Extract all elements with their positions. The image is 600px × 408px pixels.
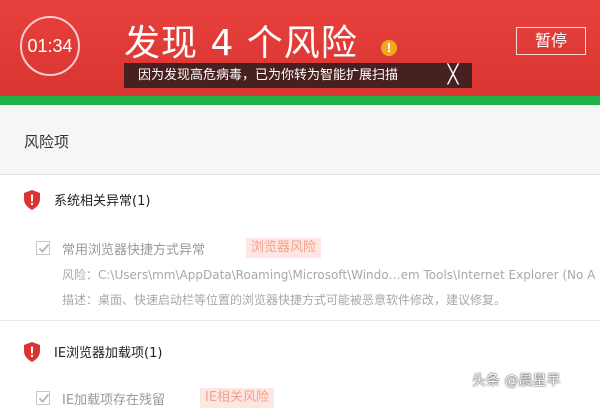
- shield-warning-icon: [24, 342, 40, 362]
- item-description: 描述：桌面、快速启动栏等位置的浏览器快捷方式可能被恶意软件修改，建议修复。: [62, 293, 507, 307]
- check-icon: [38, 393, 50, 403]
- group-title: 系统相关异常(1): [54, 194, 151, 209]
- item-risk-path: 风险：C:\Users\mm\AppData\Roaming\Microsoft…: [62, 268, 596, 282]
- scan-result-title: 发现 4 个风险: [124, 23, 358, 64]
- check-icon: [38, 243, 50, 253]
- risk-section-header: 风险项: [0, 105, 600, 175]
- group-title: IE浏览器加载项(1): [54, 346, 163, 361]
- item-name: 常用浏览器快捷方式异常: [62, 243, 206, 258]
- risk-group-system[interactable]: 系统相关异常(1): [0, 180, 600, 220]
- pause-button[interactable]: 暂停: [516, 27, 586, 55]
- warning-icon: !: [381, 40, 397, 56]
- close-icon[interactable]: ╳: [444, 63, 462, 88]
- toast-text: 因为发现高危病毒，已为你转为智能扩展扫描: [138, 68, 399, 83]
- item-name: IE加载项存在残留: [62, 393, 166, 408]
- risk-group-ie-addons[interactable]: IE浏览器加载项(1): [0, 332, 600, 372]
- item-checkbox[interactable]: [36, 241, 50, 255]
- header-accent-bar: [0, 96, 600, 105]
- item-checkbox[interactable]: [36, 391, 50, 405]
- scan-mode-toast: 因为发现高危病毒，已为你转为智能扩展扫描 ╳: [124, 63, 472, 88]
- risk-tag: IE相关风险: [200, 388, 275, 408]
- scan-header: 01:34 发现 4 个风险 ! 暂停 因为发现高危病毒，已为你转为智能扩展扫描…: [0, 0, 600, 96]
- section-title: 风险项: [24, 133, 70, 151]
- risk-tag: 浏览器风险: [246, 238, 322, 258]
- divider: [0, 320, 600, 321]
- scan-timer: 01:34: [20, 16, 80, 76]
- watermark: 头条 @晨星早: [472, 373, 561, 389]
- shield-warning-icon: [24, 190, 40, 210]
